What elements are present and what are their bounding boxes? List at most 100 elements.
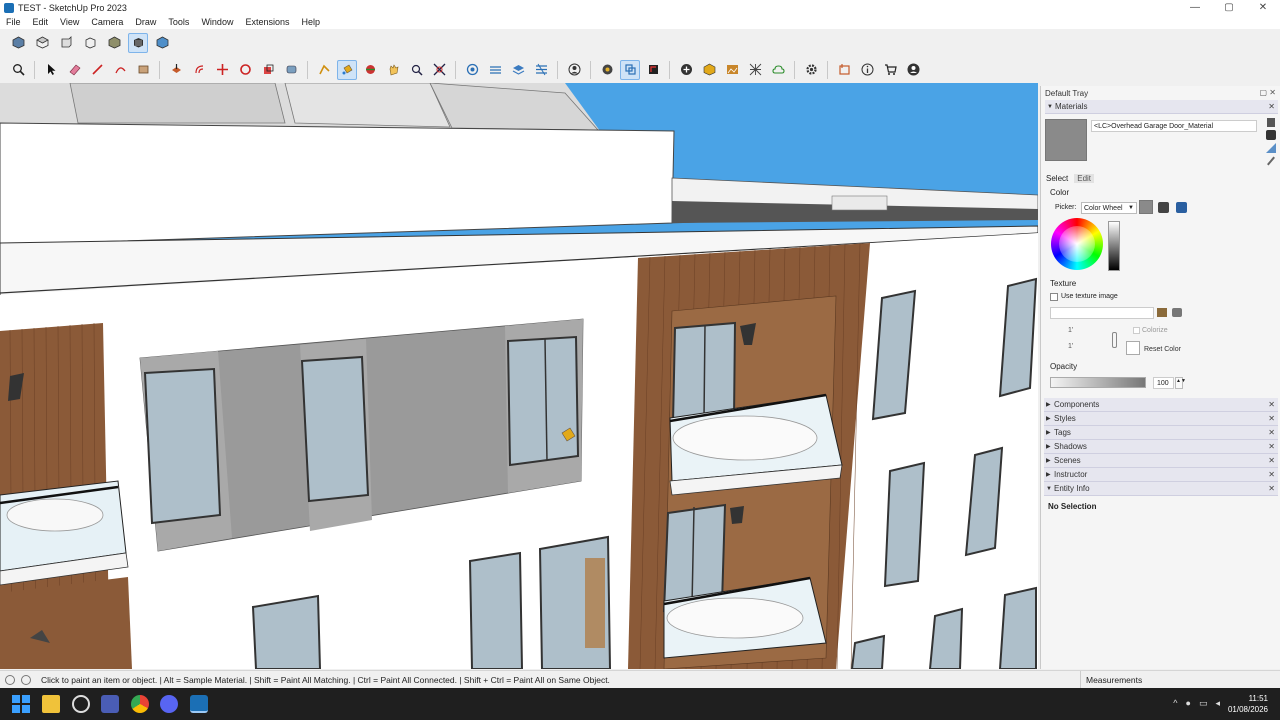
entity-info-panel-header[interactable]: ▼ Entity Info ✕ <box>1044 482 1278 496</box>
opacity-spinner[interactable]: ▲▼ <box>1175 377 1186 389</box>
network-icon[interactable]: ▭ <box>1199 698 1208 709</box>
menu-camera[interactable]: Camera <box>85 17 129 27</box>
sketchup-taskbar-icon[interactable] <box>190 695 208 713</box>
model-viewport[interactable] <box>0 83 1038 669</box>
styles-panel-header[interactable]: ▶ Styles ✕ <box>1044 412 1278 426</box>
offset-button[interactable] <box>189 60 209 80</box>
match-color-icon[interactable] <box>1158 202 1169 213</box>
3d-warehouse-button[interactable] <box>643 60 663 80</box>
chevron-up-icon[interactable]: ^ <box>1173 698 1177 709</box>
line-button[interactable] <box>87 60 107 80</box>
menu-tools[interactable]: Tools <box>162 17 195 27</box>
front-view-button[interactable] <box>56 33 76 53</box>
sample-paint-icon[interactable] <box>1267 156 1275 166</box>
system-clock[interactable]: 11:51 01/08/2026 <box>1228 693 1268 715</box>
opacity-slider[interactable] <box>1050 377 1146 388</box>
extension-warehouse-button[interactable] <box>699 60 719 80</box>
menu-file[interactable]: File <box>0 17 27 27</box>
components-panel-header[interactable]: ▶ Components ✕ <box>1044 398 1278 412</box>
menu-view[interactable]: View <box>54 17 85 27</box>
opacity-value-field[interactable]: 100 <box>1153 377 1174 389</box>
colorize-checkbox[interactable] <box>1133 327 1140 334</box>
width-dimension[interactable]: 1' <box>1068 327 1073 334</box>
tags-panel-header[interactable]: ▶ Tags ✕ <box>1044 426 1278 440</box>
zoom-extents-button[interactable] <box>429 60 449 80</box>
brightness-slider[interactable] <box>1108 221 1120 271</box>
account-button[interactable] <box>564 60 584 80</box>
volume-icon[interactable]: ◂ <box>1215 698 1220 709</box>
chrome-icon[interactable] <box>131 695 149 713</box>
app-icon-2[interactable] <box>101 695 119 713</box>
zoom-button[interactable] <box>8 60 28 80</box>
rotate-button[interactable] <box>235 60 255 80</box>
eraser-button[interactable] <box>64 60 84 80</box>
tape-measure-button[interactable] <box>281 60 301 80</box>
texture-path-field[interactable] <box>1050 307 1154 319</box>
solid-tools-button[interactable] <box>620 59 640 80</box>
arc-button[interactable] <box>110 60 130 80</box>
credits-icon[interactable] <box>21 674 31 685</box>
pan-button[interactable] <box>383 60 403 80</box>
cloud-button[interactable] <box>768 60 788 80</box>
xray-button[interactable] <box>531 60 551 80</box>
tray-pin-close-icon[interactable]: ▢ ✕ <box>1260 88 1276 97</box>
components-button[interactable] <box>597 60 617 80</box>
menu-extensions[interactable]: Extensions <box>239 17 295 27</box>
browse-texture-icon[interactable] <box>1157 308 1167 317</box>
scenes-panel-header[interactable]: ▶ Scenes ✕ <box>1044 454 1278 468</box>
settings-button[interactable] <box>801 60 821 80</box>
shadows-panel-header[interactable]: ▶ Shadows ✕ <box>1044 440 1278 454</box>
material-name-field[interactable]: <LC>Overhead Garage Door_Material <box>1091 120 1257 132</box>
tab-select[interactable]: Select <box>1046 174 1068 183</box>
app-icon-3[interactable] <box>160 695 178 713</box>
material-swatch[interactable] <box>1045 119 1087 161</box>
paint-bucket-button[interactable] <box>337 59 357 80</box>
push-pull-button[interactable] <box>166 60 186 80</box>
file-explorer-icon[interactable] <box>42 695 60 713</box>
create-material-icon[interactable] <box>1266 130 1276 140</box>
profile-button[interactable] <box>903 60 923 80</box>
back-view-button[interactable] <box>104 33 124 53</box>
photo-texture-button[interactable] <box>722 60 742 80</box>
panel-close-icon[interactable]: ✕ <box>1268 102 1275 111</box>
microphone-icon[interactable]: ● <box>1186 698 1191 709</box>
windows-start-icon[interactable] <box>12 695 30 713</box>
menu-help[interactable]: Help <box>295 17 326 27</box>
follow-me-button[interactable] <box>314 60 334 80</box>
chain-link-icon[interactable] <box>1112 332 1117 348</box>
section-fill-button[interactable] <box>485 60 505 80</box>
left-view-button[interactable] <box>128 32 148 53</box>
instructor-panel-header[interactable]: ▶ Instructor ✕ <box>1044 468 1278 482</box>
close-icon[interactable]: ✕ <box>1246 0 1280 15</box>
info-button[interactable] <box>857 60 877 80</box>
orbit-button[interactable] <box>360 60 380 80</box>
layout-button[interactable] <box>834 60 854 80</box>
rectangle-button[interactable] <box>133 60 153 80</box>
add-location-button[interactable] <box>676 60 696 80</box>
geo-location-icon[interactable] <box>5 674 15 685</box>
edit-texture-icon[interactable] <box>1172 308 1182 317</box>
tab-edit[interactable]: Edit <box>1074 174 1095 183</box>
iso-view-button[interactable] <box>8 33 28 53</box>
current-color-swatch[interactable] <box>1139 200 1153 214</box>
bottom-view-button[interactable] <box>152 33 172 53</box>
terrain-button[interactable] <box>745 60 765 80</box>
zoom-window-button[interactable] <box>406 60 426 80</box>
top-view-button[interactable] <box>32 33 52 53</box>
right-view-button[interactable] <box>80 33 100 53</box>
menu-draw[interactable]: Draw <box>129 17 162 27</box>
default-paint-icon[interactable] <box>1266 143 1276 153</box>
height-dimension[interactable]: 1' <box>1068 343 1073 350</box>
layers-button[interactable] <box>508 60 528 80</box>
select-button[interactable] <box>41 60 61 80</box>
measurements-box[interactable]: Measurements <box>1080 671 1280 689</box>
display-secondary-icon[interactable] <box>1267 118 1275 127</box>
picker-dropdown[interactable]: Color Wheel ▼ <box>1081 202 1137 214</box>
maximize-icon[interactable]: ▢ <box>1212 0 1246 15</box>
match-screen-icon[interactable] <box>1176 202 1187 213</box>
reset-color-swatch[interactable] <box>1126 341 1140 355</box>
menu-window[interactable]: Window <box>195 17 239 27</box>
move-button[interactable] <box>212 60 232 80</box>
reset-color-label[interactable]: Reset Color <box>1144 346 1181 353</box>
section-plane-button[interactable] <box>462 60 482 80</box>
